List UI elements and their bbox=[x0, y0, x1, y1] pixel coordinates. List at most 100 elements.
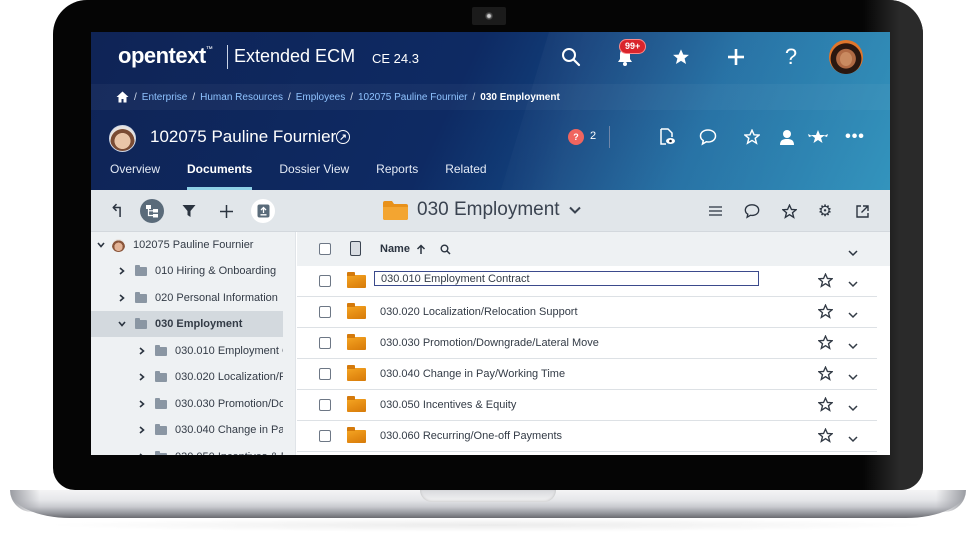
sort-ascending-icon[interactable] bbox=[416, 242, 426, 260]
tree-item-label: 010 Hiring & Onboarding bbox=[155, 265, 277, 277]
row-checkbox[interactable] bbox=[319, 399, 331, 411]
favorites-button[interactable] bbox=[668, 44, 694, 70]
breadcrumb-employee[interactable]: 102075 Pauline Fournier bbox=[358, 92, 468, 103]
list-row[interactable]: 030.030 Promotion/Downgrade/Lateral Move bbox=[297, 328, 877, 359]
chevron-right-icon[interactable] bbox=[117, 293, 127, 303]
star-outline-icon bbox=[781, 203, 797, 219]
tree-item-employment-contract[interactable]: 030.010 Employment Contract bbox=[91, 338, 283, 364]
user-button[interactable] bbox=[777, 127, 797, 147]
star-outline-icon[interactable] bbox=[817, 334, 834, 355]
chevron-down-icon bbox=[568, 206, 581, 214]
opentext-logo[interactable]: opentext™ bbox=[118, 43, 213, 69]
breadcrumb-enterprise[interactable]: Enterprise bbox=[142, 92, 188, 103]
chevron-down-icon[interactable] bbox=[848, 337, 858, 355]
select-all-checkbox[interactable] bbox=[319, 243, 331, 255]
chevron-down-icon[interactable] bbox=[848, 368, 858, 386]
star-outline-icon[interactable] bbox=[817, 396, 834, 417]
folder-icon bbox=[347, 334, 366, 350]
document-preview-button[interactable] bbox=[657, 127, 677, 147]
more-icon: ••• bbox=[845, 128, 865, 145]
tree-root[interactable]: 102075 Pauline Fournier bbox=[91, 232, 283, 258]
tab-overview[interactable]: Overview bbox=[110, 162, 160, 190]
tree-item-employment[interactable]: 030 Employment bbox=[91, 311, 283, 337]
breadcrumb-employees[interactable]: Employees bbox=[296, 92, 345, 103]
list-row[interactable]: 030.060 Recurring/One-off Payments bbox=[297, 421, 877, 452]
plus-icon bbox=[219, 204, 233, 218]
comments-button[interactable] bbox=[698, 127, 718, 147]
tree-item-hiring-onboarding[interactable]: 010 Hiring & Onboarding bbox=[91, 258, 283, 284]
app-screen: opentext™ Extended ECM CE 24.3 99+ ? / E… bbox=[91, 32, 890, 455]
star-outline-icon[interactable] bbox=[817, 272, 834, 293]
star-outline-icon[interactable] bbox=[817, 365, 834, 386]
list-row[interactable]: 030.010 Employment Contract bbox=[297, 266, 877, 297]
chevron-down-icon[interactable] bbox=[117, 319, 127, 329]
go-up-button[interactable]: ↰ bbox=[105, 199, 129, 223]
tab-reports[interactable]: Reports bbox=[376, 162, 418, 190]
row-checkbox[interactable] bbox=[319, 430, 331, 442]
tree-item-promotion[interactable]: 030.030 Promotion/Downgrade/Lateral Move bbox=[91, 391, 283, 417]
chevron-down-icon[interactable] bbox=[848, 430, 858, 448]
chevron-right-icon[interactable] bbox=[137, 399, 147, 409]
list-row[interactable]: 030.020 Localization/Relocation Support bbox=[297, 297, 877, 328]
open-external-button[interactable] bbox=[850, 199, 874, 223]
chevron-down-icon[interactable] bbox=[848, 399, 858, 417]
folder-icon bbox=[155, 397, 167, 409]
star-outline-icon[interactable] bbox=[817, 427, 834, 448]
star-outline-icon[interactable] bbox=[817, 303, 834, 324]
row-name[interactable]: 030.050 Incentives & Equity bbox=[380, 399, 516, 411]
chevron-right-icon[interactable] bbox=[117, 266, 127, 276]
rating-button[interactable] bbox=[808, 127, 828, 147]
up-arrow-icon: ↰ bbox=[109, 200, 125, 221]
open-workspace-link-icon[interactable]: ↗ bbox=[336, 130, 350, 144]
favorite-workspace-button[interactable] bbox=[742, 127, 762, 147]
upload-button[interactable] bbox=[251, 199, 275, 223]
description-button[interactable] bbox=[703, 199, 727, 223]
folder-settings-button[interactable]: ⚙ bbox=[813, 199, 837, 223]
row-checkbox[interactable] bbox=[319, 275, 331, 287]
folder-comments-button[interactable] bbox=[740, 199, 764, 223]
row-checkbox[interactable] bbox=[319, 306, 331, 318]
logo-divider bbox=[227, 45, 228, 69]
list-row[interactable]: 030.040 Change in Pay/Working Time bbox=[297, 359, 877, 390]
user-avatar[interactable] bbox=[829, 40, 863, 74]
row-name[interactable]: 030.040 Change in Pay/Working Time bbox=[380, 368, 565, 380]
create-button[interactable] bbox=[723, 44, 749, 70]
chevron-right-icon[interactable] bbox=[137, 425, 147, 435]
chevron-down-icon[interactable] bbox=[96, 240, 106, 250]
row-name[interactable]: 030.010 Employment Contract bbox=[374, 271, 759, 286]
row-checkbox[interactable] bbox=[319, 368, 331, 380]
tree-item-incentives[interactable]: 030.050 Incentives & Equity bbox=[91, 444, 283, 455]
tree-item-personal-information[interactable]: 020 Personal Information bbox=[91, 285, 283, 311]
add-item-button[interactable] bbox=[214, 199, 238, 223]
chevron-right-icon[interactable] bbox=[137, 346, 147, 356]
chevron-right-icon[interactable] bbox=[137, 372, 147, 382]
documents-toolbar: ↰ 030 Employment ⚙ bbox=[91, 190, 890, 232]
row-name[interactable]: 030.060 Recurring/One-off Payments bbox=[380, 430, 562, 442]
chevron-right-icon[interactable] bbox=[137, 452, 147, 455]
help-button[interactable]: ? bbox=[778, 44, 804, 70]
chevron-down-icon[interactable] bbox=[848, 244, 858, 262]
tree-toggle-button[interactable] bbox=[140, 199, 164, 223]
folder-menu-chevron[interactable] bbox=[568, 201, 581, 219]
row-checkbox[interactable] bbox=[319, 337, 331, 349]
row-name[interactable]: 030.020 Localization/Relocation Support bbox=[380, 306, 578, 318]
tree-item-change-in-pay[interactable]: 030.040 Change in Pay/Working Time bbox=[91, 417, 283, 443]
more-actions-button[interactable]: ••• bbox=[845, 127, 865, 147]
tab-documents[interactable]: Documents bbox=[187, 162, 253, 190]
tab-dossier-view[interactable]: Dossier View bbox=[279, 162, 349, 190]
name-column-header[interactable]: Name bbox=[380, 243, 410, 255]
chevron-down-icon[interactable] bbox=[848, 275, 858, 293]
tab-related[interactable]: Related bbox=[445, 162, 486, 190]
column-search-icon[interactable] bbox=[440, 242, 451, 260]
home-icon[interactable] bbox=[116, 91, 129, 103]
favorite-folder-button[interactable] bbox=[777, 199, 801, 223]
search-button[interactable] bbox=[558, 44, 584, 70]
chevron-down-icon[interactable] bbox=[848, 306, 858, 324]
breadcrumb-human-resources[interactable]: Human Resources bbox=[200, 92, 283, 103]
alert-icon[interactable]: ? bbox=[568, 129, 584, 145]
folder-title-text: 030 Employment bbox=[417, 199, 560, 220]
row-name[interactable]: 030.030 Promotion/Downgrade/Lateral Move bbox=[380, 337, 599, 349]
filter-button[interactable] bbox=[177, 199, 201, 223]
tree-item-localization[interactable]: 030.020 Localization/Relocation Support bbox=[91, 364, 283, 390]
list-row[interactable]: 030.050 Incentives & Equity bbox=[297, 390, 877, 421]
